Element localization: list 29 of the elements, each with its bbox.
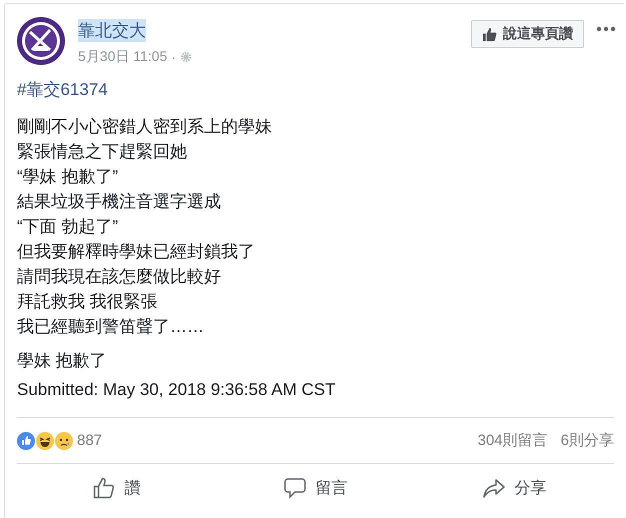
comment-button[interactable]: 留言: [216, 464, 415, 512]
page-name[interactable]: 靠北交大: [78, 19, 146, 42]
post-text-line: 拜託救我 我很緊張: [17, 291, 158, 313]
post-text-line: 剛剛不小心密錯人密到系上的學妹: [17, 116, 272, 138]
hashtag-link[interactable]: #靠交61374: [17, 78, 108, 101]
like-button[interactable]: 讚: [17, 464, 216, 512]
speech-bubble-icon: [284, 477, 306, 499]
post-text-line: 但我要解釋時學妹已經封鎖我了: [17, 241, 255, 263]
thumbs-up-icon: [482, 26, 497, 42]
separator-dot: ·: [171, 49, 176, 65]
like-page-button[interactable]: 說這專頁讚: [471, 20, 584, 48]
post-text-line: 我已經聽到警笛聲了……: [17, 316, 204, 338]
reaction-count[interactable]: 887: [77, 432, 102, 449]
post-text-line: “下面 勃起了”: [17, 216, 118, 238]
post-text-line: 結果垃圾手機注音選字選成: [17, 191, 221, 213]
share-button[interactable]: 分享: [415, 464, 614, 512]
submitted-timestamp: Submitted: May 30, 2018 9:36:58 AM CST: [17, 380, 336, 400]
more-options-icon[interactable]: [596, 26, 616, 32]
comment-count[interactable]: 304則留言: [478, 431, 548, 450]
laughing-emoji-icon[interactable]: [36, 432, 54, 450]
share-arrow-icon: [482, 477, 504, 499]
page-logo-icon[interactable]: [16, 16, 66, 66]
share-count[interactable]: 6則分享: [560, 431, 614, 450]
thumbs-up-icon: [92, 477, 114, 499]
post-text-line: 緊張情急之下趕緊回她: [17, 141, 187, 163]
post-text-line: 請問我現在該怎麼做比較好: [17, 266, 221, 288]
post-text-line: 學妹 抱歉了: [17, 350, 107, 372]
sad-emoji-icon[interactable]: [55, 432, 73, 450]
post-text-line: “學妹 抱歉了”: [17, 166, 118, 188]
